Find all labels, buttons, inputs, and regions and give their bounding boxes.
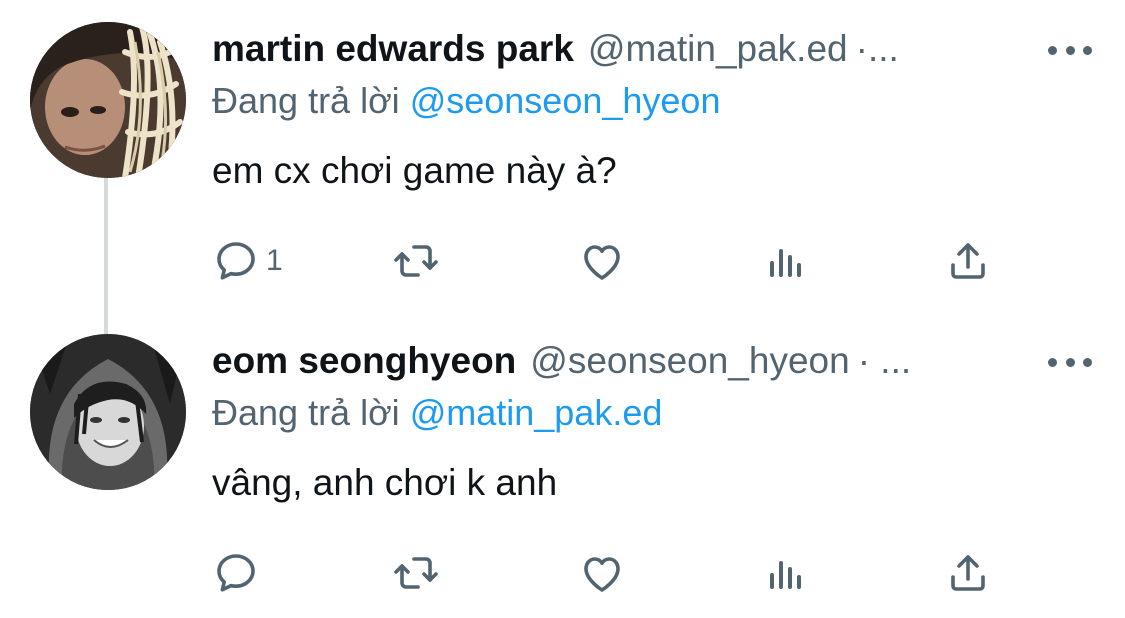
user-handle[interactable]: @matin_pak.ed <box>588 28 848 70</box>
person-hooded-bw-avatar-icon <box>30 334 186 490</box>
tweet-actions <box>212 548 992 598</box>
person-with-noodles-avatar-icon <box>30 22 186 178</box>
more-icon[interactable] <box>1048 38 1092 62</box>
retweet-button[interactable] <box>392 548 440 598</box>
share-button[interactable] <box>944 236 992 286</box>
views-icon <box>770 561 801 589</box>
replying-to: Đang trả lời @matin_pak.ed <box>212 392 662 434</box>
tweet-text: vâng, anh chơi k anh <box>212 462 558 503</box>
like-icon <box>584 557 620 592</box>
replying-mention-link[interactable]: @matin_pak.ed <box>410 392 663 433</box>
avatar[interactable] <box>30 22 186 178</box>
share-button[interactable] <box>944 548 992 598</box>
share-icon <box>951 555 985 591</box>
like-button[interactable] <box>578 548 626 598</box>
views-icon <box>770 249 801 277</box>
replying-to: Đang trả lời @seonseon_hyeon <box>212 80 720 122</box>
replying-mention-link[interactable]: @seonseon_hyeon <box>410 80 721 121</box>
like-button[interactable] <box>578 236 626 286</box>
tweet-header: eom seonghyeon @seonseon_hyeon · ... <box>212 340 1092 388</box>
display-name[interactable]: eom seonghyeon <box>212 340 516 382</box>
display-name[interactable]: martin edwards park <box>212 28 574 70</box>
share-icon <box>951 243 985 279</box>
retweet-icon <box>394 245 438 277</box>
reply-icon <box>217 242 255 280</box>
user-handle[interactable]: @seonseon_hyeon <box>530 340 849 382</box>
reply-icon <box>217 554 255 592</box>
timestamp-separator: ·... <box>855 28 899 69</box>
tweet-header: martin edwards park @matin_pak.ed ·... <box>212 28 1092 76</box>
reply-button[interactable]: 1 <box>212 236 283 286</box>
reply-button[interactable] <box>212 548 266 598</box>
more-icon[interactable] <box>1048 350 1092 374</box>
retweet-button[interactable] <box>392 236 440 286</box>
thread-connector-line <box>104 178 108 334</box>
replying-label: Đang trả lời <box>212 392 400 433</box>
views-button[interactable] <box>762 236 810 286</box>
views-button[interactable] <box>762 548 810 598</box>
avatar[interactable] <box>30 334 186 490</box>
like-icon <box>584 245 620 280</box>
retweet-icon <box>394 557 438 589</box>
timestamp-separator: · ... <box>857 340 912 381</box>
tweet-actions: 1 <box>212 236 992 286</box>
replying-label: Đang trả lời <box>212 80 400 121</box>
tweet-text: em cx chơi game này à? <box>212 150 617 191</box>
reply-count: 1 <box>266 244 283 277</box>
